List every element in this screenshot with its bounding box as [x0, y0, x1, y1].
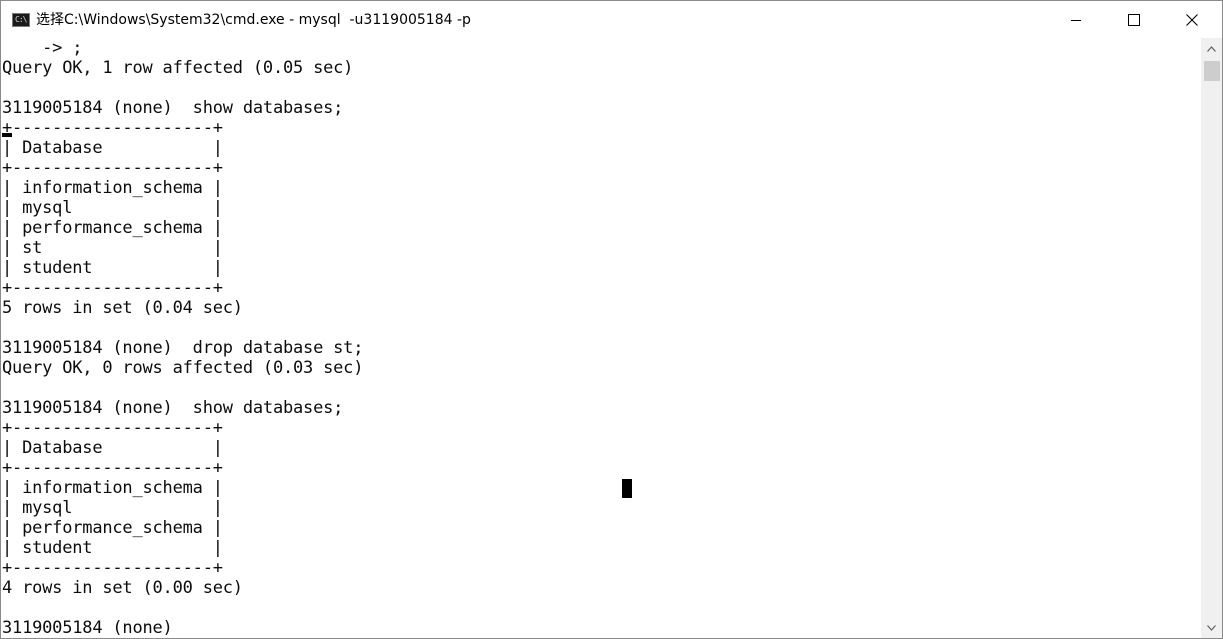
console-line: | student |: [2, 258, 223, 278]
console-line: | mysql |: [2, 198, 223, 218]
scroll-down-button[interactable]: [1201, 617, 1222, 638]
minimize-icon: [1071, 19, 1081, 21]
console-line: +--------------------+: [2, 418, 223, 438]
console-line: | information_schema |: [2, 178, 223, 198]
title-bar[interactable]: C:\ 选择C:\Windows\System32\cmd.exe - mysq…: [1, 1, 1222, 38]
scroll-thumb[interactable]: [1204, 61, 1220, 81]
close-button[interactable]: [1163, 1, 1221, 38]
vertical-scrollbar[interactable]: [1201, 38, 1222, 638]
console-line: +--------------------+: [2, 458, 223, 478]
close-icon: [1186, 13, 1198, 26]
console-line: 4 rows in set (0.00 sec): [2, 578, 243, 598]
console-line: | information_schema |: [2, 478, 223, 498]
maximize-icon: [1128, 13, 1140, 26]
console-line: | mysql |: [2, 498, 223, 518]
console-line: +--------------------+: [2, 118, 223, 138]
chevron-down-icon: [1207, 624, 1216, 631]
cmd-window: C:\ 选择C:\Windows\System32\cmd.exe - mysq…: [0, 0, 1223, 639]
console-line: Query OK, 0 rows affected (0.03 sec): [2, 358, 364, 378]
console-line: 3119005184 (none) drop database st;: [2, 338, 364, 358]
window-title: 选择C:\Windows\System32\cmd.exe - mysql -u…: [36, 12, 471, 28]
scroll-up-button[interactable]: [1201, 38, 1222, 59]
console-line: 5 rows in set (0.04 sec): [2, 298, 243, 318]
chevron-up-icon: [1207, 45, 1216, 52]
console-line: | performance_schema |: [2, 518, 223, 538]
maximize-button[interactable]: [1105, 1, 1163, 38]
console-line: 3119005184 (none): [2, 618, 173, 638]
console-line: | Database |: [2, 138, 223, 158]
console-line: | performance_schema |: [2, 218, 223, 238]
console-line: -> ;: [2, 38, 83, 58]
cmd-app-icon[interactable]: C:\: [12, 13, 30, 27]
console-text: -> ; Query OK, 1 row affected (0.05 sec) 3…: [2, 38, 363, 638]
console-line: +--------------------+: [2, 158, 223, 178]
console-line: | st |: [2, 238, 223, 258]
app-icon-text: C:\: [15, 15, 27, 24]
console-output[interactable]: -> ; Query OK, 1 row affected (0.05 sec) 3…: [1, 38, 1200, 638]
console-line: 3119005184 (none) show databases;: [2, 398, 344, 418]
console-line: 3119005184 (none) show databases;: [2, 98, 344, 118]
text-cursor: [622, 479, 632, 498]
console-line: | Database |: [2, 438, 223, 458]
console-line: | student |: [2, 538, 223, 558]
minimize-button[interactable]: [1047, 1, 1105, 38]
console-line: +--------------------+: [2, 278, 223, 298]
console-line: +--------------------+: [2, 558, 223, 578]
selection-mark-cursor: [2, 133, 12, 137]
console-line: Query OK, 1 row affected (0.05 sec): [2, 58, 354, 78]
